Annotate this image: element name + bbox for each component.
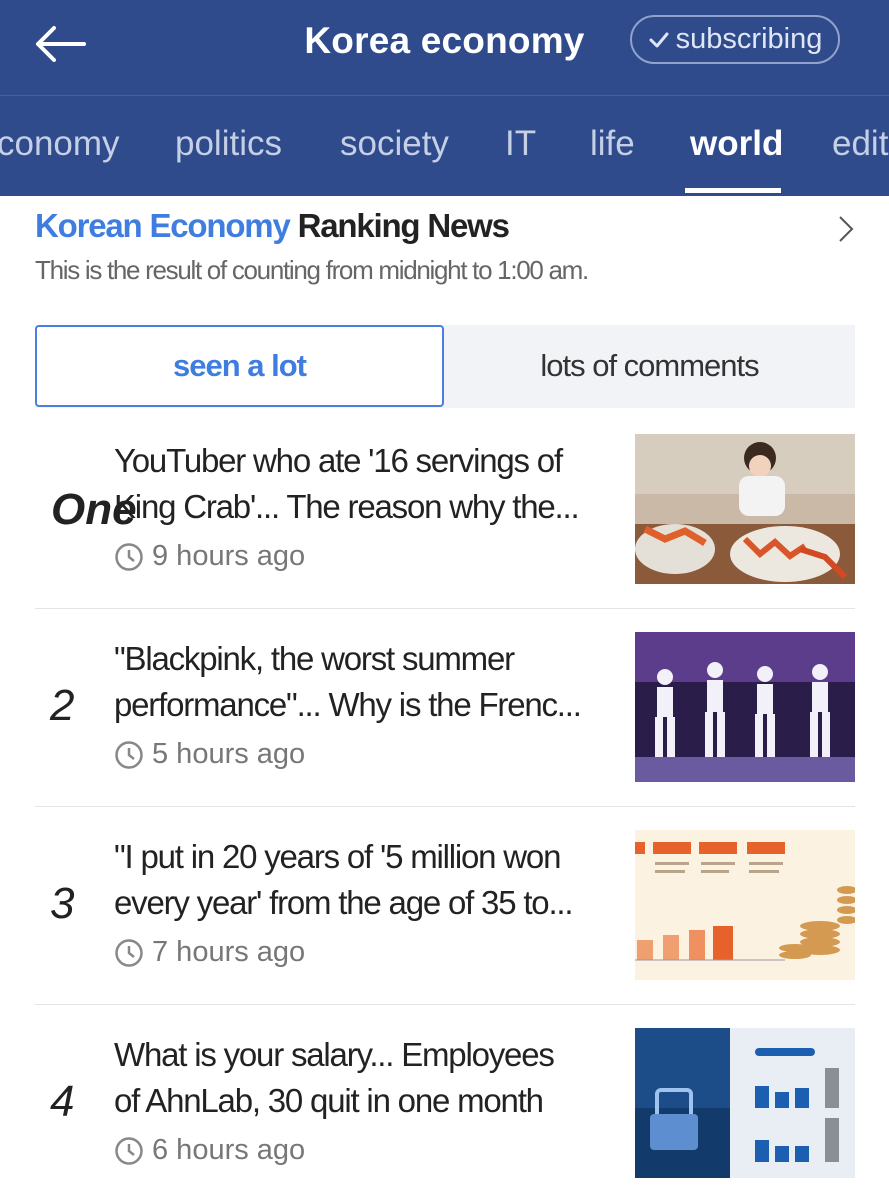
subscribing-button[interactable]: subscribing (630, 15, 840, 64)
ranking-heading[interactable]: Korean Economy Ranking News (35, 207, 510, 245)
tab-society[interactable]: society (340, 124, 449, 164)
clock-icon (115, 1136, 143, 1165)
headline-line: "I put in 20 years of '5 million won (114, 838, 561, 875)
rank-number: One (51, 485, 137, 534)
time-text: 6 hours ago (152, 1134, 306, 1166)
time-text: 5 hours ago (152, 738, 306, 770)
ranking-brand: Korean Economy (35, 207, 291, 244)
chevron-right-icon[interactable] (836, 213, 856, 245)
rank-number: 4 (50, 1077, 75, 1126)
rank-number: 3 (50, 879, 75, 928)
headline-line: of AhnLab, 30 quit in one month (114, 1082, 544, 1119)
ranking-segment-control: seen a lot lots of comments (35, 325, 855, 408)
article-item-4[interactable]: 4 What is your salary... Employees of Ah… (35, 1004, 855, 1202)
article-headline: What is your salary... Employees of AhnL… (114, 1032, 604, 1124)
headline-line: What is your salary... Employees (114, 1036, 555, 1073)
subscribing-label: subscribing (675, 23, 823, 55)
headline-line: performance"... Why is the Frenc... (114, 686, 582, 723)
article-time: 7 hours ago (114, 936, 305, 969)
article-item-2[interactable]: 2 "Blackpink, the worst summer performan… (35, 608, 855, 807)
clock-icon (115, 740, 143, 769)
clock-icon (115, 938, 143, 967)
article-headline: YouTuber who ate '16 servings of King Cr… (114, 438, 604, 530)
headline-line: YouTuber who ate '16 servings of (114, 442, 563, 479)
king-crab-thumbnail[interactable] (635, 434, 855, 584)
headline-line: "Blackpink, the worst summer (114, 640, 515, 677)
tab-it[interactable]: IT (505, 124, 536, 164)
article-item-3[interactable]: 3 "I put in 20 years of '5 million won e… (35, 806, 855, 1005)
headline-line: every year' from the age of 35 to... (114, 884, 574, 921)
article-time: 9 hours ago (114, 540, 305, 573)
concert-thumbnail[interactable] (635, 632, 855, 782)
time-text: 7 hours ago (152, 936, 306, 968)
security-salary-thumbnail[interactable] (635, 1028, 855, 1178)
ranking-title: Ranking News (297, 207, 510, 244)
article-headline: "Blackpink, the worst summer performance… (114, 636, 604, 728)
category-tabs: conomy politics society IT life world ed… (0, 96, 889, 196)
segment-seen-a-lot[interactable]: seen a lot (35, 325, 444, 407)
time-text: 9 hours ago (152, 540, 306, 572)
tab-economy[interactable]: conomy (0, 124, 120, 164)
tab-world[interactable]: world (690, 124, 783, 164)
tab-editorial[interactable]: edit (832, 124, 888, 164)
check-icon (649, 32, 669, 47)
app-header: Korea economy subscribing conomy politic… (0, 0, 889, 196)
rank-number: 2 (50, 681, 75, 730)
pension-chart-thumbnail[interactable] (635, 830, 855, 980)
article-headline: "I put in 20 years of '5 million won eve… (114, 834, 604, 926)
ranking-subtitle: This is the result of counting from midn… (35, 255, 589, 285)
headline-line: King Crab'... The reason why the... (114, 488, 580, 525)
tab-life[interactable]: life (590, 124, 635, 164)
clock-icon (115, 542, 143, 571)
top-bar: Korea economy subscribing (0, 0, 889, 96)
article-item-1[interactable]: One YouTuber who ate '16 servings of Kin… (35, 410, 855, 609)
article-time: 5 hours ago (114, 738, 305, 771)
segment-lots-of-comments[interactable]: lots of comments (444, 325, 855, 407)
active-tab-indicator (685, 188, 781, 193)
tab-politics[interactable]: politics (175, 124, 282, 164)
article-time: 6 hours ago (114, 1134, 305, 1167)
